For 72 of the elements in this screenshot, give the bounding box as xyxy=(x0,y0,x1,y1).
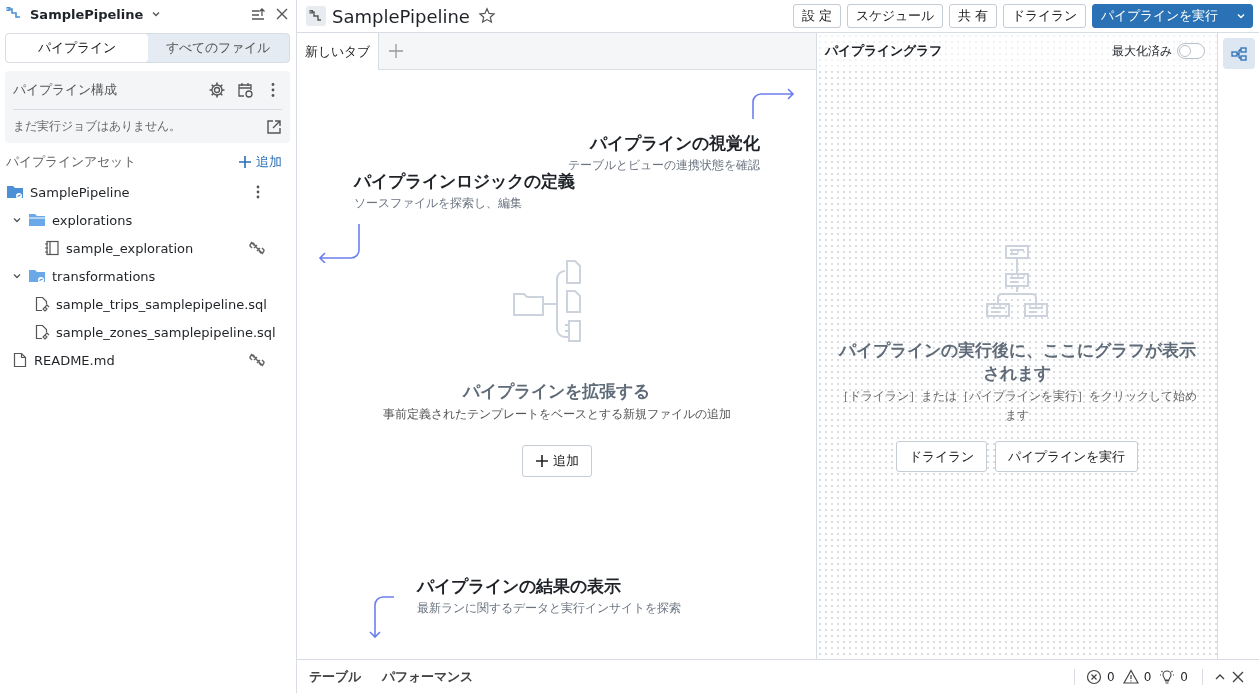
empty-state-subtitle: 事前定義されたテンプレートをベースとする新規ファイルの追加 xyxy=(382,406,731,423)
calendar-clock-icon[interactable] xyxy=(236,81,254,99)
pipeline-name[interactable]: SamplePipeline xyxy=(30,6,144,22)
hint-subtitle: 最新ランに関するデータと実行インサイトを探索 xyxy=(417,600,681,617)
caret-icon xyxy=(1236,11,1246,21)
tree-item[interactable]: sample_zones_samplepipeline.sql xyxy=(0,318,290,346)
hint-title: パイプラインの結果の表示 xyxy=(417,575,622,598)
toolbar-button[interactable]: ドライラン xyxy=(1003,4,1086,28)
notebook-icon xyxy=(44,240,60,256)
graph-icon xyxy=(1230,45,1247,62)
error-icon xyxy=(1086,668,1103,685)
linked-folder-icon xyxy=(28,267,46,285)
warning-count: 0 xyxy=(1143,669,1152,684)
tree-item[interactable]: README.md xyxy=(0,346,290,374)
hint-count: 0 xyxy=(1180,669,1188,684)
linked-file-icon xyxy=(34,296,50,312)
curved-arrow xyxy=(317,223,361,263)
graph-title: パイプライングラフ xyxy=(825,42,942,60)
folder-icon xyxy=(28,211,46,229)
linked-folder-icon xyxy=(6,183,24,201)
warning-icon xyxy=(1122,668,1139,685)
empty-state-title: パイプラインを拡張する xyxy=(463,380,650,403)
graph-drawing xyxy=(986,245,1048,317)
hint-title: パイプラインの視覚化 xyxy=(588,132,760,155)
tree-item[interactable]: explorations xyxy=(0,206,290,234)
toolbar-button[interactable]: スケジュール xyxy=(846,4,943,28)
hint-title: パイプラインロジックの定義 xyxy=(354,170,575,193)
toggle-label: 最大化済み xyxy=(1112,42,1172,60)
no-jobs-message: まだ実行ジョブはありません。 xyxy=(13,118,181,135)
tree-item[interactable]: sample_trips_samplepipeline.sql xyxy=(0,290,290,318)
curved-arrow xyxy=(369,595,395,639)
lightbulb-icon xyxy=(1159,668,1176,685)
settings-icon[interactable] xyxy=(208,81,226,99)
curved-arrow xyxy=(751,86,795,120)
tree-item[interactable]: transformations xyxy=(0,262,290,290)
toolbar-button[interactable]: 設 定 xyxy=(792,4,841,28)
chevron-down-icon[interactable] xyxy=(151,9,162,19)
star-icon[interactable] xyxy=(477,7,496,25)
view-tab[interactable]: パイプライン xyxy=(6,34,148,62)
plus-icon xyxy=(534,454,549,468)
close-icon[interactable] xyxy=(274,6,290,22)
graph-empty-title: パイプラインの実行後に、ここにグラフが表示されます xyxy=(837,339,1197,385)
close-icon[interactable] xyxy=(1231,669,1245,684)
chevron-down-icon[interactable] xyxy=(12,271,22,281)
graph-empty-subtitle: ［ドライラン］または［パイプラインを実行］をクリックして始めます xyxy=(836,387,1198,425)
pipeline-logo-icon xyxy=(306,6,326,26)
graph-action-button[interactable]: パイプラインを実行 xyxy=(995,441,1138,473)
linked-file-icon xyxy=(34,324,50,340)
error-count: 0 xyxy=(1107,669,1115,684)
bottom-tab[interactable]: テーブル xyxy=(301,667,369,686)
maximize-toggle[interactable] xyxy=(1177,43,1205,59)
bottom-tab[interactable]: パフォーマンス xyxy=(374,667,481,686)
graph-view-button[interactable] xyxy=(1222,38,1255,69)
collapse-icon[interactable] xyxy=(250,6,266,22)
graph-action-button[interactable]: ドライラン xyxy=(896,441,987,473)
add-asset-button[interactable]: 追加 xyxy=(238,153,290,171)
config-title: パイプライン構成 xyxy=(13,81,117,99)
tree-item[interactable]: SamplePipeline xyxy=(0,178,290,206)
chevron-down-icon[interactable] xyxy=(12,215,22,225)
toolbar-button[interactable]: 共 有 xyxy=(948,4,997,28)
view-tab[interactable]: すべてのファイル xyxy=(147,34,289,62)
plus-icon xyxy=(238,155,252,169)
run-pipeline-button[interactable]: パイプラインを実行 xyxy=(1092,4,1253,28)
assets-title: パイプラインアセット xyxy=(6,153,136,171)
pipeline-title: SamplePipeline xyxy=(332,5,470,27)
external-link-icon[interactable] xyxy=(266,118,282,135)
add-file-button[interactable]: 追加 xyxy=(521,445,592,477)
file-icon xyxy=(12,352,28,368)
editor-tab[interactable]: 新しいタブ xyxy=(297,33,379,70)
hint-subtitle: ソースファイルを探索し、編集 xyxy=(354,195,523,212)
tree-item[interactable]: sample_exploration xyxy=(0,234,290,262)
hint-subtitle: テーブルとビューの連携状態を確認 xyxy=(568,157,760,173)
